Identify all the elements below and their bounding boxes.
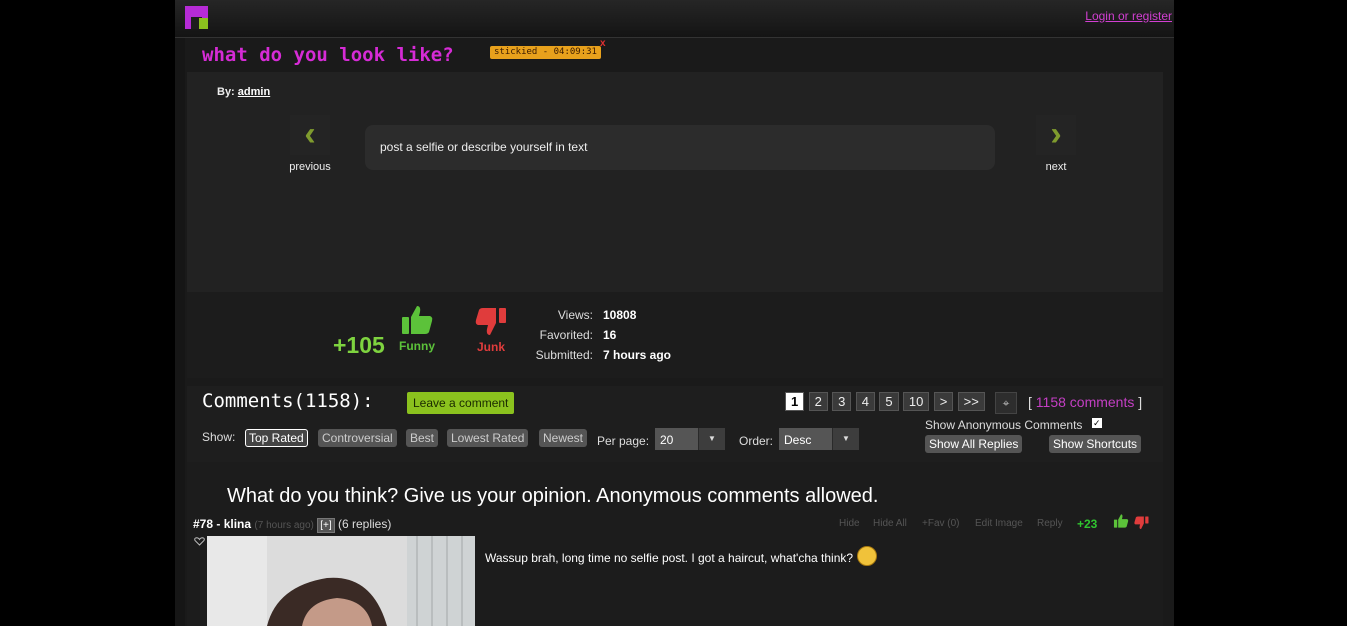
comment-meta: #78 - klina (7 hours ago) [+] (6 replies…	[193, 517, 391, 533]
comment-body: Wassup brah, long time no selfie post. I…	[485, 551, 854, 566]
filter-newest[interactable]: Newest	[539, 429, 588, 447]
fav-action[interactable]: +Fav (0)	[922, 518, 960, 529]
next-label: next	[1045, 161, 1067, 173]
count-close-bracket: ]	[1138, 394, 1143, 410]
replies-count[interactable]: (6 replies)	[338, 517, 391, 531]
login-register-link[interactable]: Login or register	[1085, 9, 1172, 23]
edit-image-action[interactable]: Edit Image	[975, 518, 1023, 529]
filter-best[interactable]: Best	[406, 429, 439, 447]
count-open-bracket: [	[1028, 394, 1032, 410]
comment-count: [ 1158 comments ]	[1028, 394, 1142, 410]
post-body: By: admin ‹ previous post a selfie or de…	[187, 72, 1163, 292]
submitted-label: Submitted:	[535, 348, 593, 362]
page-button[interactable]: 2	[808, 392, 828, 411]
favorited-value: 16	[603, 328, 617, 342]
funny-label: Funny	[399, 339, 435, 353]
show-anonymous-row: Show Anonymous Comments ✓	[925, 418, 1102, 432]
comment-image[interactable]	[207, 536, 475, 626]
thumbs-down-icon	[475, 308, 506, 335]
post-title: what do you look like?	[202, 44, 454, 66]
next-page-button[interactable]: >	[933, 392, 954, 411]
filter-top-rated[interactable]: Top Rated	[245, 429, 308, 447]
post-stats-area: +105 Funny Junk Views: 10808 Favorited: 16…	[187, 292, 1163, 378]
comment-time: (7 hours ago)	[254, 520, 314, 531]
junk-vote-button[interactable]: Junk	[475, 307, 507, 354]
comment-author[interactable]: klina	[224, 517, 251, 531]
post-byline: By: admin	[217, 86, 270, 98]
chevron-down-icon: ▼	[698, 428, 725, 450]
submitted-value: 7 hours ago	[603, 348, 672, 362]
page-button[interactable]: 5	[879, 392, 899, 411]
page-button[interactable]: 10	[902, 392, 930, 411]
comment-separator: -	[213, 517, 224, 531]
order-value: Desc	[784, 433, 812, 447]
post-score: +105	[333, 332, 385, 358]
comment-count-link[interactable]: 1158 comments	[1036, 394, 1135, 410]
sticky-badge: stickied - 04:09:31	[490, 46, 601, 59]
show-shortcuts-button[interactable]: Show Shortcuts	[1049, 435, 1142, 453]
by-label: By:	[217, 86, 235, 98]
views-label: Views:	[557, 308, 593, 322]
next-button[interactable]: › next	[1031, 115, 1081, 173]
order-label: Order:	[739, 434, 774, 448]
close-icon[interactable]: x	[600, 38, 606, 49]
page-frame: Login or register what do you look like?…	[175, 0, 1174, 626]
funny-vote-button[interactable]: Funny	[399, 304, 435, 353]
post-stats: Views: 10808 Favorited: 16 Submitted: 7 hou…	[527, 308, 671, 368]
chevron-left-icon: ‹	[290, 115, 330, 155]
previous-button[interactable]: ‹ previous	[285, 115, 335, 173]
site-logo[interactable]	[185, 6, 208, 29]
page-button[interactable]: 1	[785, 392, 805, 411]
chevron-down-icon: ▼	[832, 428, 859, 450]
thumbs-up-icon	[402, 306, 433, 334]
smiley-icon	[857, 546, 878, 566]
favorited-label: Favorited:	[539, 328, 593, 342]
top-bar: Login or register	[175, 0, 1174, 38]
opinion-prompt: What do you think? Give us your opinion.…	[227, 485, 879, 507]
per-page-label: Per page:	[597, 434, 650, 448]
submitted-row: Submitted: 7 hours ago	[527, 348, 671, 368]
left-rail	[175, 38, 185, 626]
page-button[interactable]: 4	[855, 392, 875, 411]
comments-title: Comments(1158):	[202, 390, 374, 412]
filter-controversial[interactable]: Controversial	[318, 429, 397, 447]
leave-comment-button[interactable]: Leave a comment	[407, 392, 515, 414]
post-panel: what do you look like? stickied - 04:09:…	[187, 38, 1163, 378]
crosshair-icon[interactable]: ⌖	[995, 392, 1017, 414]
junk-label: Junk	[476, 340, 505, 354]
comment-text: Wassup brah, long time no selfie post. I…	[485, 546, 878, 569]
page-button[interactable]: 3	[832, 392, 852, 411]
pagination: 1 2 3 4 5 10 > >>	[785, 392, 986, 411]
previous-label: previous	[289, 161, 331, 173]
favorited-row: Favorited: 16	[527, 328, 671, 348]
thumbs-down-icon[interactable]	[1134, 516, 1149, 530]
last-page-button[interactable]: >>	[957, 392, 985, 411]
hide-action[interactable]: Hide	[839, 518, 860, 529]
hide-all-action[interactable]: Hide All	[873, 518, 907, 529]
comment-score: +23	[1077, 517, 1098, 531]
post-text: post a selfie or describe yourself in te…	[365, 125, 995, 170]
per-page-select[interactable]: 20 ▼	[655, 428, 725, 450]
heart-icon[interactable]	[194, 537, 205, 546]
order-select[interactable]: Desc ▼	[779, 428, 859, 450]
show-label: Show:	[202, 430, 236, 444]
author-link[interactable]: admin	[238, 86, 270, 98]
reply-action[interactable]: Reply	[1037, 518, 1063, 529]
show-anonymous-checkbox[interactable]: ✓	[1091, 418, 1102, 428]
thumbs-up-icon[interactable]	[1113, 513, 1129, 529]
comment-number[interactable]: #78	[193, 517, 213, 531]
per-page-value: 20	[660, 433, 674, 447]
filter-lowest-rated[interactable]: Lowest Rated	[447, 429, 529, 447]
expand-button[interactable]: [+]	[317, 518, 335, 533]
chevron-right-icon: ›	[1036, 115, 1076, 155]
show-anonymous-label: Show Anonymous Comments	[925, 418, 1083, 432]
comments-header: Comments(1158): Leave a comment 1 2 3 4 …	[187, 386, 1163, 462]
views-value: 10808	[603, 308, 637, 322]
show-all-replies-button[interactable]: Show All Replies	[925, 435, 1023, 453]
views-row: Views: 10808	[527, 308, 671, 328]
selfie-photo	[207, 536, 475, 626]
comments-body: What do you think? Give us your opinion.…	[187, 462, 1163, 626]
post-title-bar: what do you look like? stickied - 04:09:…	[187, 38, 1163, 72]
